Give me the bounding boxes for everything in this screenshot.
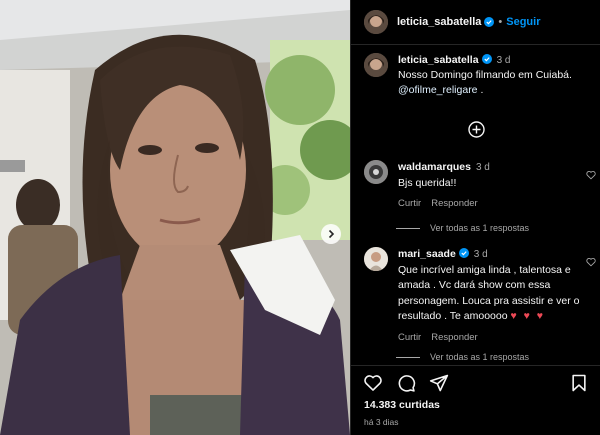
post-date[interactable]: há 3 dias: [364, 417, 399, 427]
post-action-bar: [351, 365, 600, 400]
verified-badge-icon: [484, 17, 495, 27]
separator-dot: •: [498, 16, 503, 28]
comment-time[interactable]: 3 d: [476, 162, 490, 173]
view-replies-button[interactable]: Ver todas as 1 respostas: [396, 223, 529, 233]
caption-text: Nosso Domingo filmando em Cuiabá.: [398, 69, 572, 81]
share-icon[interactable]: [429, 373, 449, 393]
like-comment-button[interactable]: Curtir: [398, 332, 421, 343]
like-comment-button[interactable]: Curtir: [398, 198, 421, 209]
post-photo: [0, 0, 350, 435]
caption-mention[interactable]: @ofilme_religare: [398, 84, 478, 96]
view-replies-label[interactable]: Ver todas as 1 respostas: [430, 352, 529, 362]
chevron-right-icon: [328, 229, 335, 239]
replies-line: [396, 227, 420, 229]
post-caption: leticia_sabatella 3 d Nosso Domingo filma…: [364, 53, 594, 98]
comment-time[interactable]: 3 d: [474, 249, 488, 260]
post-image: [0, 0, 350, 435]
likes-count[interactable]: 14.383 curtidas: [364, 399, 440, 411]
caption-avatar[interactable]: [364, 53, 388, 77]
comment-item: waldamarques 3 d Bjs querida!! Curtir Resp…: [364, 160, 596, 212]
heart-emojis: ♥ ♥ ♥: [510, 310, 546, 322]
reply-button[interactable]: Responder: [431, 198, 477, 209]
heart-icon[interactable]: [586, 257, 596, 267]
next-image-button[interactable]: [321, 224, 341, 244]
plus-circle-icon[interactable]: [468, 121, 485, 138]
comment-username[interactable]: mari_saade: [398, 248, 456, 260]
caption-time[interactable]: 3 d: [497, 55, 511, 66]
comment-text: Que incrível amiga linda , talentosa e a…: [398, 263, 580, 323]
comment-item: mari_saade 3 d Que incrível amiga linda ,…: [364, 247, 596, 345]
view-replies-button[interactable]: Ver todas as 1 respostas: [396, 352, 529, 362]
author-username[interactable]: leticia_sabatella: [397, 16, 481, 28]
heart-icon[interactable]: [586, 170, 596, 180]
commenter-avatar[interactable]: [364, 247, 388, 271]
view-replies-label[interactable]: Ver todas as 1 respostas: [430, 223, 529, 233]
verified-badge-icon: [458, 248, 469, 258]
post-header: leticia_sabatella • Seguir: [351, 0, 600, 45]
bookmark-icon[interactable]: [569, 373, 589, 393]
commenter-avatar[interactable]: [364, 160, 388, 184]
caption-username[interactable]: leticia_sabatella: [398, 54, 479, 66]
caption-end: .: [477, 84, 484, 96]
author-avatar[interactable]: [364, 10, 388, 34]
replies-line: [396, 356, 420, 358]
verified-badge-icon: [481, 54, 492, 64]
comment-text: Bjs querida!!: [398, 176, 457, 189]
comment-username[interactable]: waldamarques: [398, 161, 471, 173]
reply-button[interactable]: Responder: [431, 332, 477, 343]
comment-icon[interactable]: [396, 373, 416, 393]
post-side-panel: leticia_sabatella • Seguir leticia_sabat…: [350, 0, 600, 435]
heart-icon[interactable]: [363, 373, 383, 393]
follow-button[interactable]: Seguir: [506, 16, 540, 28]
